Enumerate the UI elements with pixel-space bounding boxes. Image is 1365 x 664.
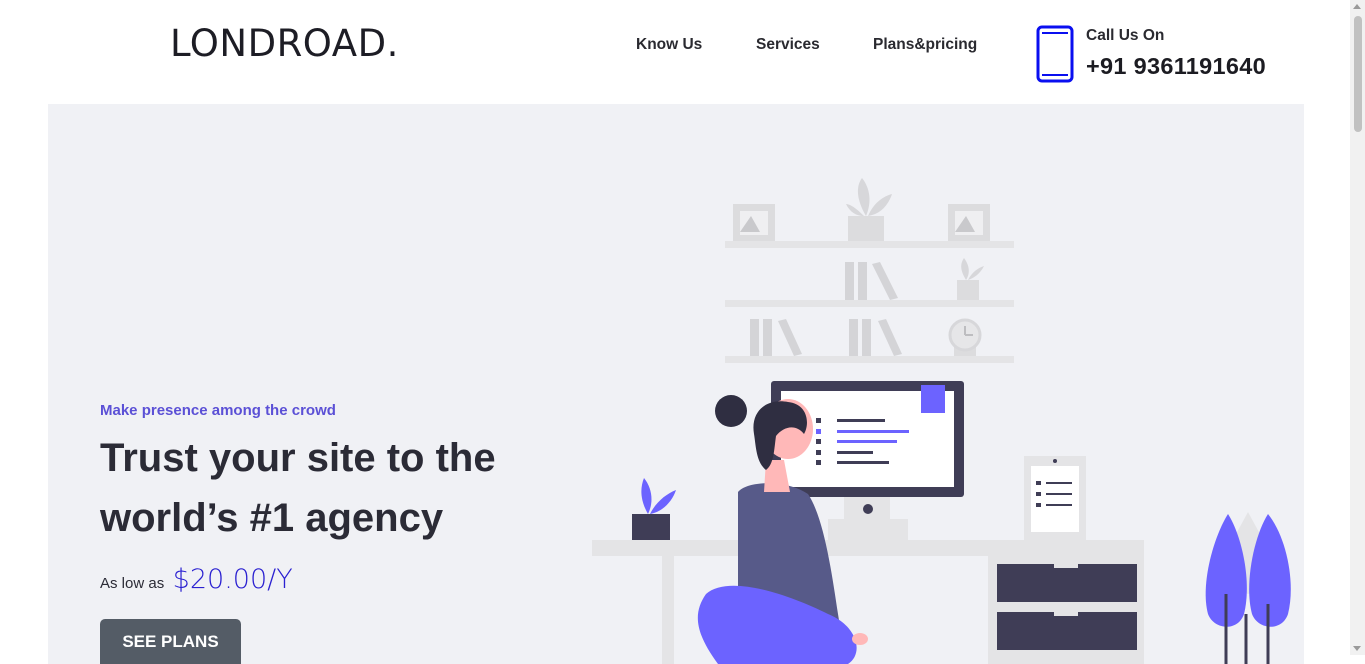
nav-link-know-us[interactable]: Know Us <box>636 36 702 54</box>
price-line: As low as $20.00/Y <box>100 564 293 595</box>
scrollbar-thumb[interactable] <box>1354 16 1362 132</box>
books-middle-shelf <box>845 262 898 300</box>
site-logo[interactable]: LONDROAD. <box>170 22 399 65</box>
woman-at-desk-illustration <box>592 178 1291 664</box>
nav-link-services[interactable]: Services <box>756 36 820 54</box>
nav-link-plans-pricing[interactable]: Plans&pricing <box>873 36 977 54</box>
hero-section: Make presence among the crowd Trust your… <box>48 104 1304 664</box>
desk <box>592 540 1144 664</box>
call-us-label: Call Us On <box>1086 27 1165 44</box>
vertical-scrollbar[interactable] <box>1350 0 1365 655</box>
right-trees <box>1205 512 1291 664</box>
picture-frame-left <box>733 204 775 241</box>
hero-tagline: Make presence among the crowd <box>100 402 336 419</box>
plant-middle-shelf <box>957 258 984 300</box>
scroll-down-arrow-icon[interactable] <box>1353 646 1361 651</box>
smartphone-icon <box>1036 25 1074 83</box>
desk-plant <box>632 478 676 540</box>
price-value: $20.00/Y <box>172 564 293 595</box>
plant-top-shelf <box>846 178 892 241</box>
scroll-up-arrow-icon[interactable] <box>1353 4 1361 9</box>
price-prefix: As low as <box>100 575 165 592</box>
see-plans-button[interactable]: SEE PLANS <box>100 619 241 664</box>
hero-headline: Trust your site to the world’s #1 agency <box>100 436 496 540</box>
site-header: LONDROAD. Know Us Services Plans&pricing… <box>0 0 1350 104</box>
books-bottom-shelf <box>750 319 902 356</box>
picture-frame-right <box>948 204 990 241</box>
tablet <box>1024 456 1086 540</box>
clock-icon <box>948 318 982 356</box>
phone-number[interactable]: +91 9361191640 <box>1086 53 1266 80</box>
